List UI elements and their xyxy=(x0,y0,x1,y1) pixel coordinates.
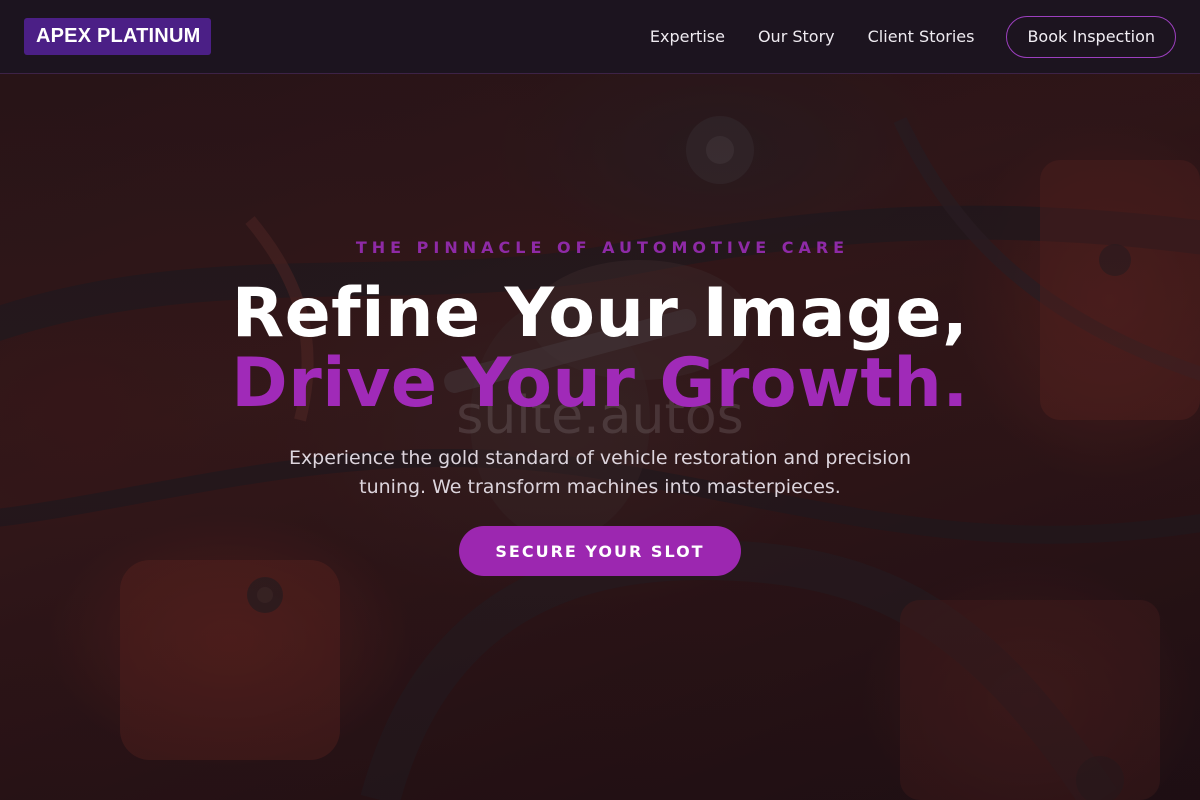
hero-title-line-1: Refine Your Image, xyxy=(231,274,969,353)
nav-links: Expertise Our Story Client Stories Book … xyxy=(650,15,1176,58)
hero-subtitle: Experience the gold standard of vehicle … xyxy=(288,447,912,498)
landing-page: APEX PLATINUM Expertise Our Story Client… xyxy=(0,0,1200,800)
secure-slot-button[interactable]: SECURE YOUR SLOT xyxy=(459,526,741,576)
nav-link-client-stories[interactable]: Client Stories xyxy=(868,27,975,46)
hero-eyebrow: THE PINNACLE OF AUTOMOTIVE CARE xyxy=(355,238,850,257)
brand-logo[interactable]: APEX PLATINUM xyxy=(24,18,212,55)
hero-section: THE PINNACLE OF AUTOMOTIVE CARE suite.au… xyxy=(0,74,1200,800)
top-navbar: APEX PLATINUM Expertise Our Story Client… xyxy=(0,0,1200,74)
book-inspection-button[interactable]: Book Inspection xyxy=(1006,15,1176,58)
nav-link-our-story[interactable]: Our Story xyxy=(758,27,835,46)
nav-link-expertise[interactable]: Expertise xyxy=(650,27,725,46)
hero-title-line-2: Drive Your Growth. xyxy=(231,344,969,423)
